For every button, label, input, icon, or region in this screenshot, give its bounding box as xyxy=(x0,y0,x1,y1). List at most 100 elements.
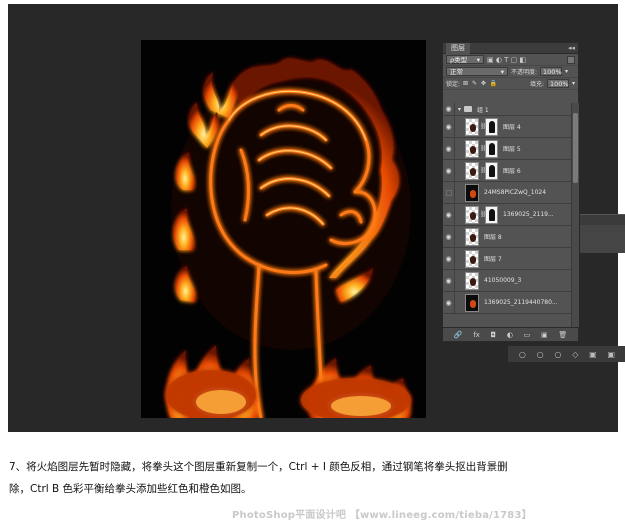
layer-name: 图层 5 xyxy=(503,146,521,153)
layer-row-4[interactable]: ◉ ⛓ 图层 4 xyxy=(443,116,571,138)
layers-panel-footer: 🔗 fx ◘ ◐ ▭ ▣ 🗑 xyxy=(443,327,578,341)
layer-filter-row: ρ类型 ▾ ▣ ◐ T ▢ ◧ xyxy=(443,54,578,66)
layer-row-5[interactable]: ◉ ⛓ 图层 5 xyxy=(443,138,571,160)
layer-list[interactable]: ◉ ▾ 组 1 ◉ ⛓ 图层 4 ◉ ⛓ 图层 5 ◉ ⛓ 图层 6 24MS8… xyxy=(443,103,571,327)
new-layer-icon[interactable]: ▣ xyxy=(541,331,548,339)
scrollbar-thumb[interactable] xyxy=(573,113,578,183)
fill-field[interactable]: 100% xyxy=(546,79,569,88)
thumbnail-content xyxy=(470,189,476,198)
tutorial-caption: 7、将火焰图层先暂时隐藏，将拳头这个图层重新复制一个，Ctrl + I 颜色反相… xyxy=(9,456,619,500)
layers-panel[interactable]: 图层 ◂◂ ρ类型 ▾ ▣ ◐ T ▢ ◧ 正常 ▾ 不透明度: 100% ▾ … xyxy=(442,42,579,342)
opacity-label: 不透明度: xyxy=(511,69,538,76)
trash-icon[interactable]: 🗑 xyxy=(558,331,567,339)
diamond-icon[interactable]: ◇ xyxy=(572,350,578,359)
photoshop-workspace: 图层 ◂◂ ρ类型 ▾ ▣ ◐ T ▢ ◧ 正常 ▾ 不透明度: 100% ▾ … xyxy=(8,4,625,432)
mask-shape xyxy=(489,142,495,155)
lock-label: 锁定: xyxy=(446,81,461,88)
layer-name: 1369025_2119... xyxy=(503,211,554,218)
folder-icon xyxy=(464,106,473,112)
eye-icon[interactable]: ◉ xyxy=(443,116,455,137)
layer-row-fire-hidden[interactable]: 24MS8PICZwQ_1024 xyxy=(443,182,571,204)
blend-mode-value: 正常 xyxy=(450,67,463,76)
mask-shape xyxy=(489,208,495,221)
opacity-field[interactable]: 100% xyxy=(540,67,563,76)
add-mask-icon[interactable]: ◘ xyxy=(491,331,497,339)
mask-shape xyxy=(489,164,495,177)
blend-mode-dropdown[interactable]: 正常 ▾ xyxy=(446,67,508,76)
fill-slider-icon[interactable]: ▾ xyxy=(572,80,575,87)
eye-icon[interactable]: ◉ xyxy=(443,270,455,291)
eye-icon[interactable]: ◉ xyxy=(443,204,455,225)
layer-mask-thumbnail[interactable] xyxy=(485,161,498,180)
layer-thumbnail xyxy=(465,205,479,224)
circle-icon[interactable]: ○ xyxy=(519,350,526,359)
layer-row-6[interactable]: ◉ ⛓ 图层 6 xyxy=(443,160,571,182)
layer-name: 组 1 xyxy=(477,106,489,114)
expand-arrow-icon[interactable]: ▾ xyxy=(458,106,461,113)
thumbnail-content xyxy=(470,233,476,242)
layer-mask-thumbnail[interactable] xyxy=(485,117,498,136)
eye-icon[interactable]: ◉ xyxy=(443,226,455,247)
layer-name: 图层 4 xyxy=(503,124,521,131)
layers-panel-tabbar: 图层 ◂◂ xyxy=(443,42,578,54)
layer-filter-dropdown[interactable]: ρ类型 ▾ xyxy=(446,55,484,64)
eye-icon[interactable]: ◉ xyxy=(443,138,455,159)
layer-thumbnail xyxy=(465,293,479,312)
flaming-fist-artwork xyxy=(166,58,411,418)
visibility-box xyxy=(445,189,452,196)
layer-filter-icons[interactable]: ▣ ◐ T ▢ ◧ xyxy=(487,56,526,64)
thumbnail-content xyxy=(470,277,476,286)
layer-row-41050009[interactable]: ◉ 41050009_3 xyxy=(443,270,571,292)
layer-mask-thumbnail[interactable] xyxy=(485,139,498,158)
layer-thumbnail xyxy=(465,271,479,290)
layer-thumbnail xyxy=(465,227,479,246)
adjustment-layer-icon[interactable]: ◐ xyxy=(507,331,513,339)
layer-name: 24MS8PICZwQ_1024 xyxy=(484,189,547,196)
layer-row-8[interactable]: ◉ 图层 8 xyxy=(443,226,571,248)
eye-icon[interactable]: ◉ xyxy=(443,160,455,181)
eye-icon[interactable]: ◉ xyxy=(443,292,455,313)
layer-mask-thumbnail[interactable] xyxy=(485,205,498,224)
thumbnail-content xyxy=(470,299,476,308)
tab-layers[interactable]: 图层 xyxy=(446,42,470,54)
layer-row-1369025[interactable]: ◉ ⛓ 1369025_2119... xyxy=(443,204,571,226)
chevron-down-icon: ▾ xyxy=(476,55,480,64)
document-canvas[interactable] xyxy=(141,40,426,418)
thumbnail-content xyxy=(470,211,476,220)
layer-thumbnail xyxy=(465,249,479,268)
thumbnail-content xyxy=(470,123,476,132)
thumbnail-content xyxy=(470,167,476,176)
link-layers-icon[interactable]: 🔗 xyxy=(454,331,463,339)
eye-icon-hidden[interactable] xyxy=(443,182,455,203)
eye-icon[interactable]: ◉ xyxy=(443,248,455,269)
layer-name: 图层 7 xyxy=(484,256,502,263)
layer-thumbnail xyxy=(465,117,479,136)
bottom-flames xyxy=(166,370,411,418)
secondary-panel-strip xyxy=(580,214,625,253)
eye-icon[interactable]: ◉ xyxy=(443,103,455,115)
square-icon[interactable]: ▣ xyxy=(608,350,616,359)
layer-row-fire-bottom[interactable]: ◉ 1369025_2119440780... xyxy=(443,292,571,314)
layer-name: 41050009_3 xyxy=(484,277,522,284)
square-icon[interactable]: ▣ xyxy=(589,350,597,359)
site-watermark: PhotoShop平面设计吧 【www.lineeg.com/tieba/178… xyxy=(232,510,532,521)
fx-icon[interactable]: fx xyxy=(473,331,480,339)
layer-name: 图层 8 xyxy=(484,234,502,241)
blend-opacity-row: 正常 ▾ 不透明度: 100% ▾ xyxy=(443,66,578,78)
opacity-slider-icon[interactable]: ▾ xyxy=(565,68,568,75)
layer-thumbnail xyxy=(465,161,479,180)
fill-label: 填充: xyxy=(529,81,544,88)
circle-icon[interactable]: ○ xyxy=(554,350,561,359)
layer-row-7[interactable]: ◉ 图层 7 xyxy=(443,248,571,270)
layer-list-scrollbar[interactable] xyxy=(571,103,579,327)
circle-icon[interactable]: ○ xyxy=(537,350,544,359)
caption-line-1: 7、将火焰图层先暂时隐藏，将拳头这个图层重新复制一个，Ctrl + I 颜色反相… xyxy=(9,461,508,473)
chevron-down-icon: ▾ xyxy=(500,67,504,76)
new-group-icon[interactable]: ▭ xyxy=(524,331,531,339)
layer-thumbnail xyxy=(465,183,479,202)
layer-row-group-1[interactable]: ◉ ▾ 组 1 xyxy=(443,103,571,116)
layer-name: 图层 6 xyxy=(503,168,521,175)
filter-toggle-button[interactable] xyxy=(567,55,575,64)
lock-icons[interactable]: ⊠ ✎ ✥ 🔒 xyxy=(463,80,498,87)
panel-collapse-icon[interactable]: ◂◂ xyxy=(568,44,575,52)
